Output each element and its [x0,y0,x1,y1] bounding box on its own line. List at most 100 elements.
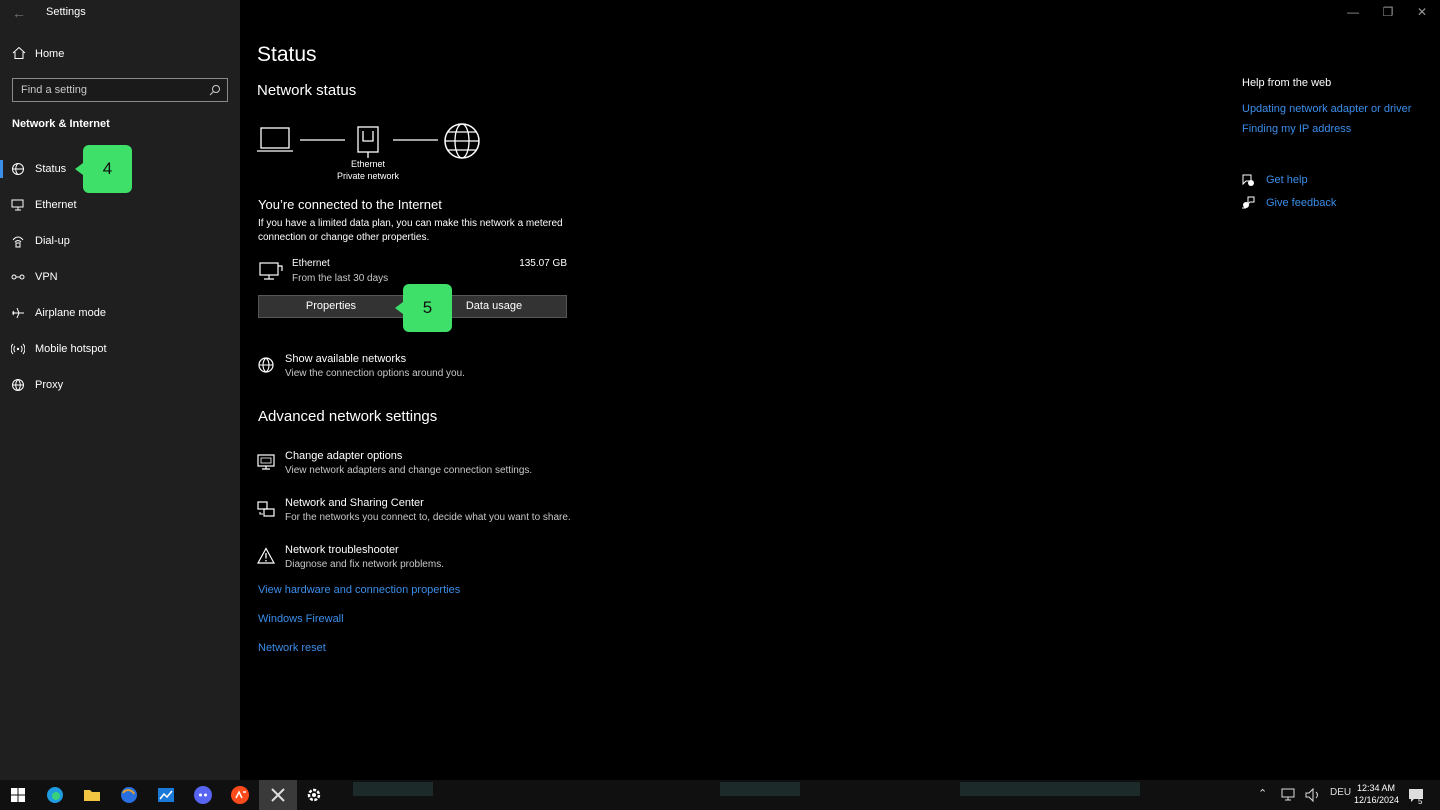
windows-firewall-link[interactable]: Windows Firewall [258,613,344,625]
status-globe-icon [12,163,24,175]
back-arrow-icon[interactable]: ← [10,4,28,22]
minimize-button[interactable]: — [1343,4,1363,20]
sidebar-item-label: Home [35,48,65,60]
sidebar-item-proxy[interactable]: Proxy [0,372,240,408]
tray-overflow-chevron-icon[interactable]: ⌃ [1258,787,1267,800]
connection-status-title: You’re connected to the Internet [258,197,442,212]
taskbar-thumbnail [960,782,1140,796]
clock-date: 12/16/2024 [1354,795,1400,805]
windows-start-icon[interactable] [8,785,28,805]
sidebar-item-label: Ethernet [35,199,77,211]
airplane-icon [12,307,24,319]
usage-amount: 135.07 GB [519,258,567,269]
ethernet-port-icon [357,126,379,158]
ea-app-icon[interactable] [230,785,250,805]
globe-icon [444,123,480,159]
sidebar-nav: Status Ethernet Dial-up VPN Airplane mod… [0,156,240,408]
adapter-name: Ethernet [292,258,330,269]
home-icon [12,46,26,59]
firefox-icon[interactable] [119,785,139,805]
show-available-networks[interactable]: Show available networks View the connect… [257,353,597,385]
sidebar-item-hotspot[interactable]: Mobile hotspot [0,336,240,372]
setting-description: Diagnose and fix network problems. [285,559,444,570]
network-profile-label: Private network [336,171,400,181]
dialup-icon [12,236,24,248]
network-status-heading: Network status [257,82,357,99]
help-link-adapter-driver[interactable]: Updating network adapter or driver [1242,103,1411,115]
step-callout-5: 5 [395,284,452,332]
warning-triangle-icon [257,547,275,564]
volume-icon[interactable] [1304,786,1322,804]
sidebar-item-label: VPN [35,271,58,283]
network-tray-icon[interactable] [1280,786,1298,804]
hotspot-icon [11,343,25,355]
sidebar-item-label: Proxy [35,379,64,391]
chart-app-icon[interactable] [156,785,176,805]
close-button[interactable]: ✕ [1412,4,1432,20]
adapter-label: Ethernet [350,159,386,169]
sidebar-item-airplane[interactable]: Airplane mode [0,300,240,336]
advanced-settings-heading: Advanced network settings [258,408,438,425]
network-troubleshooter[interactable]: Network troubleshooter Diagnose and fix … [257,544,597,576]
sidebar-item-label: Status [35,163,67,175]
search-input[interactable]: Find a setting [12,78,228,102]
edge-browser-icon[interactable] [45,785,65,805]
connection-status-description: If you have a limited data plan, you can… [258,218,563,243]
globe-network-icon [258,357,274,373]
network-diagram-graphic [257,123,480,159]
sharing-center-icon [257,501,275,517]
restore-button[interactable]: ❐ [1378,4,1398,20]
vpn-icon [11,274,25,280]
taskbar-thumbnail [353,782,433,796]
page-title: Status [257,43,317,66]
give-feedback-link[interactable]: Give feedback [1266,197,1336,209]
title-bar: ← Settings [0,0,240,26]
change-adapter-options[interactable]: Change adapter options View network adap… [257,450,597,482]
sidebar-item-home[interactable]: Home [0,44,240,66]
taskbar-clock[interactable]: 12:34 AM 12/16/2024 [1354,782,1400,806]
setting-title: Network and Sharing Center [285,497,424,509]
setting-title: Network troubleshooter [285,544,399,556]
sidebar-item-dialup[interactable]: Dial-up [0,228,240,264]
snipping-tool-icon[interactable] [268,785,288,805]
help-link-ip-address[interactable]: Finding my IP address [1242,123,1351,135]
sidebar-item-label: Mobile hotspot [35,343,107,355]
network-sharing-center[interactable]: Network and Sharing Center For the netwo… [257,497,597,529]
hardware-properties-link[interactable]: View hardware and connection properties [258,584,460,596]
notification-count: 5 [1418,797,1423,806]
setting-description: For the networks you connect to, decide … [285,512,571,523]
sidebar-item-label: Airplane mode [35,307,106,319]
section-title: Network & Internet [12,118,110,130]
clock-time: 12:34 AM [1356,783,1396,793]
input-language[interactable]: DEU [1330,787,1351,798]
help-heading: Help from the web [1242,77,1332,89]
sidebar-item-vpn[interactable]: VPN [0,264,240,300]
taskbar-thumbnail [720,782,800,796]
search-placeholder: Find a setting [21,84,88,96]
search-icon[interactable] [209,84,221,96]
file-explorer-icon[interactable] [82,785,102,805]
usage-period: From the last 30 days [292,273,389,284]
setting-title: Show available networks [285,353,407,365]
ethernet-icon [11,199,24,211]
feedback-icon [1242,196,1255,209]
ethernet-monitor-icon [259,262,283,280]
proxy-globe-icon [12,379,24,391]
sidebar-item-ethernet[interactable]: Ethernet [0,192,240,228]
adapter-monitor-icon [257,454,275,470]
setting-description: View network adapters and change connect… [285,465,533,476]
app-title: Settings [46,6,86,18]
sidebar-item-label: Dial-up [35,235,70,247]
laptop-icon [257,127,293,152]
ethernet-usage-row: Ethernet From the last 30 days 135.07 GB [258,256,568,286]
network-diagram: Ethernet Private network [257,120,497,190]
get-help-icon [1242,174,1254,186]
properties-button[interactable]: Properties [258,295,404,318]
setting-title: Change adapter options [285,450,403,462]
setting-description: View the connection options around you. [285,368,465,379]
discord-icon[interactable] [193,785,213,805]
get-help-link[interactable]: Get help [1266,174,1308,186]
step-callout-4: 4 [75,145,132,193]
settings-gear-icon[interactable] [304,785,324,805]
network-reset-link[interactable]: Network reset [258,642,326,654]
